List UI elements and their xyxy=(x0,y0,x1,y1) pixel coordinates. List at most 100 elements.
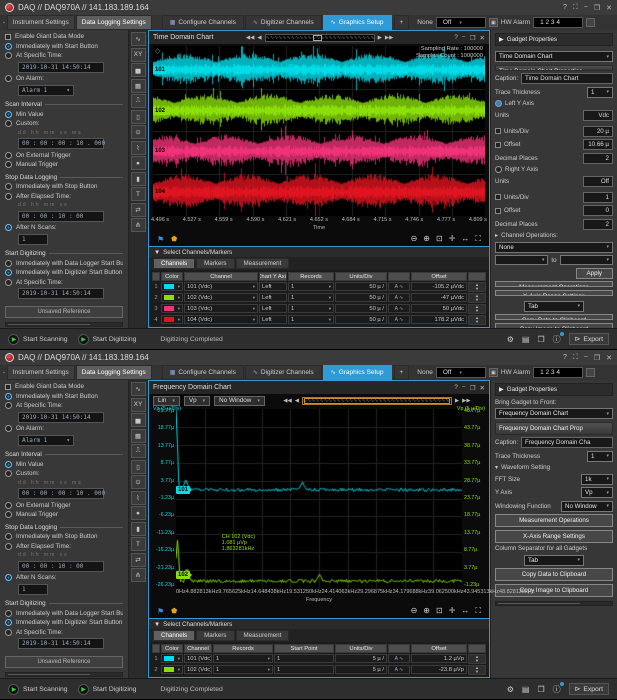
gadget-button[interactable]: ∿ xyxy=(131,32,146,46)
units-div-checkbox[interactable] xyxy=(495,128,501,134)
autoscale-waveform-icons[interactable]: A ∿ xyxy=(388,654,410,663)
row-up-down-buttons[interactable]: ▲▼ xyxy=(468,282,486,292)
tab-settings[interactable]: Instrument Settings xyxy=(7,15,75,30)
external-trigger-radio[interactable] xyxy=(5,502,12,509)
records-dropdown[interactable]: 1▾ xyxy=(288,282,334,291)
titlebar-button[interactable]: ❐ xyxy=(594,4,600,12)
digitizer-start-radio[interactable] xyxy=(5,619,12,626)
tab-main[interactable]: ∿ Graphics Setup xyxy=(323,365,392,380)
elapsed-time-radio[interactable] xyxy=(5,193,12,200)
step-forward-button[interactable]: ▶ xyxy=(378,35,382,41)
step-forward-button[interactable]: ▶ xyxy=(455,398,459,404)
titlebar-button[interactable]: − xyxy=(584,354,588,362)
digitizer-start-radio[interactable] xyxy=(5,269,12,276)
status-icon-button[interactable]: ❒ xyxy=(537,335,544,344)
color-dropdown[interactable]: ▾ xyxy=(161,665,183,674)
bring-front-dropdown[interactable]: Frequency Domain Chart▾ xyxy=(495,408,613,419)
autoscale-waveform-icons[interactable]: A ∿ xyxy=(388,665,410,674)
zoom-button[interactable]: ⊕ xyxy=(423,234,430,244)
status-icon-button[interactable]: ❒ xyxy=(537,685,544,694)
channel-dropdown[interactable]: 102 (Vdc)▾ xyxy=(184,665,212,674)
caption-field[interactable]: Frequency Domain Cha xyxy=(521,437,613,448)
sidebar-hscrollbar[interactable] xyxy=(5,672,123,677)
elapsed-time-field[interactable]: 00 : 00 : 10 : 00 xyxy=(18,561,104,572)
custom-interval-radio[interactable] xyxy=(5,120,12,127)
right-offset-field[interactable]: 0 xyxy=(583,205,613,216)
offset-field[interactable]: -23.8 µVp xyxy=(411,665,467,674)
gadget-button[interactable]: XY xyxy=(131,398,146,412)
color-dropdown[interactable]: ▾ xyxy=(161,315,183,324)
windowing-dropdown[interactable]: No Window▾ xyxy=(561,501,613,512)
gadget-button[interactable]: ⇄ xyxy=(131,553,146,567)
scrubber-handle[interactable] xyxy=(313,35,322,41)
n-scans-field[interactable]: 1 xyxy=(18,584,48,595)
select-tab[interactable]: Markers xyxy=(196,630,234,641)
units-div-field[interactable]: 5 µ / xyxy=(335,665,387,674)
gadget-button[interactable]: ▦ xyxy=(131,79,146,93)
titlebar-button[interactable]: ✕ xyxy=(606,354,612,362)
custom-interval-radio[interactable] xyxy=(5,470,12,477)
right-y-axis-radio[interactable] xyxy=(495,166,502,173)
gadget-window-button[interactable]: ✕ xyxy=(480,34,485,42)
select-tab[interactable]: Channels xyxy=(153,630,195,641)
row-up-down-buttons[interactable]: ▲▼ xyxy=(468,293,486,303)
color-dropdown[interactable]: ▾ xyxy=(161,654,183,663)
on-alarm-radio[interactable] xyxy=(5,75,12,82)
titlebar[interactable]: DAQ // DAQ970A // 141.183.189.164 ?⛶−❐✕ xyxy=(0,0,617,15)
left-y-axis-radio[interactable] xyxy=(495,100,502,107)
status-icon-button[interactable]: ⚙ xyxy=(507,685,514,694)
select-tab[interactable]: Measurement xyxy=(236,258,290,269)
start-scanning-button[interactable]: ▶Start Scanning xyxy=(8,334,68,345)
time-scrubber[interactable]: ∿∿∿∿∿∿∿∿∿∿∿∿∿∿∿∿∿∿∿∿∿∿∿∿∿∿ xyxy=(265,34,375,42)
gadget-button[interactable]: ▅ xyxy=(131,413,146,427)
step-back-button[interactable]: ◀ xyxy=(257,35,261,41)
zoom-button[interactable]: ✛ xyxy=(449,234,456,244)
rewind-button[interactable]: ◀◀ xyxy=(246,35,254,41)
autoscale-waveform-icons[interactable]: A ∿ xyxy=(388,304,410,313)
titlebar-button[interactable]: ❐ xyxy=(594,354,600,362)
offset-field[interactable]: 50 µVdc xyxy=(411,304,467,313)
apply-button[interactable]: Apply xyxy=(576,268,613,279)
gadget-window-button[interactable]: ? xyxy=(454,34,458,42)
custom-interval-field[interactable]: 00 : 00 : 00 : 10 . 000 xyxy=(18,138,104,149)
offset-field[interactable]: -47 µVdc xyxy=(411,293,467,302)
left-offset-field[interactable]: 10.66 µ xyxy=(583,139,613,150)
export-button[interactable]: ⊳Export xyxy=(569,683,609,695)
elapsed-time-radio[interactable] xyxy=(5,543,12,550)
right-decimals-field[interactable]: 2 xyxy=(583,219,613,230)
gadget-header[interactable]: Time Domain Chart ◀◀ ◀ ∿∿∿∿∿∿∿∿∿∿∿∿∿∿∿∿∿… xyxy=(149,31,489,44)
units-div-checkbox[interactable] xyxy=(495,194,501,200)
add-gadget-tab-button[interactable]: + xyxy=(394,365,410,380)
marker-diamond-icon[interactable]: ◇ xyxy=(155,47,160,55)
giant-data-checkbox[interactable] xyxy=(5,384,11,390)
specific-time-radio[interactable] xyxy=(5,52,12,59)
expand-arrow-icon[interactable]: ▸ xyxy=(495,232,498,239)
info-icon[interactable]: ⓘ xyxy=(553,684,561,695)
digitize-time-radio[interactable] xyxy=(5,279,12,286)
column-separator-dropdown[interactable]: Tab▾ xyxy=(524,555,584,566)
frequency-domain-canvas[interactable] xyxy=(176,409,462,588)
offset-field[interactable]: 178.2 µVdc xyxy=(411,315,467,324)
x-axis-range-button[interactable]: X-Axis Range Settings xyxy=(495,290,613,296)
zoom-button[interactable]: ⊖ xyxy=(411,234,418,244)
hw-alarm-checkbox[interactable] xyxy=(586,368,595,377)
gadget-button[interactable]: XY xyxy=(131,48,146,62)
tab-main[interactable]: ▦ Configure Channels xyxy=(162,365,244,380)
operand-a-dropdown[interactable]: ▾ xyxy=(495,255,548,265)
channel-badge[interactable]: 104 xyxy=(153,188,167,196)
channel-dropdown[interactable]: 104 (Vdc)▾ xyxy=(184,315,258,324)
zoom-button[interactable]: ⊡ xyxy=(436,234,443,244)
n-scans-field[interactable]: 1 xyxy=(18,234,48,245)
gadget-properties-header[interactable]: ▶Gadget Properties xyxy=(495,33,613,46)
operand-b-dropdown[interactable]: ▾ xyxy=(560,255,613,265)
autoscale-waveform-icons[interactable]: A ∿ xyxy=(388,315,410,324)
gadget-button[interactable]: ∿ xyxy=(131,382,146,396)
export-button[interactable]: ⊳Export xyxy=(569,333,609,345)
x-axis-range-button[interactable]: X-Axis Range Settings xyxy=(495,530,613,543)
channel-badge[interactable]: 101 xyxy=(153,66,167,74)
titlebar-button[interactable]: ? xyxy=(563,354,567,362)
gadget-button[interactable]: T xyxy=(131,187,146,201)
alarm-dropdown[interactable]: Alarm 1▾ xyxy=(18,85,74,96)
start-point-field[interactable]: 1 xyxy=(274,665,334,674)
gadget-button[interactable]: ● xyxy=(131,506,146,520)
